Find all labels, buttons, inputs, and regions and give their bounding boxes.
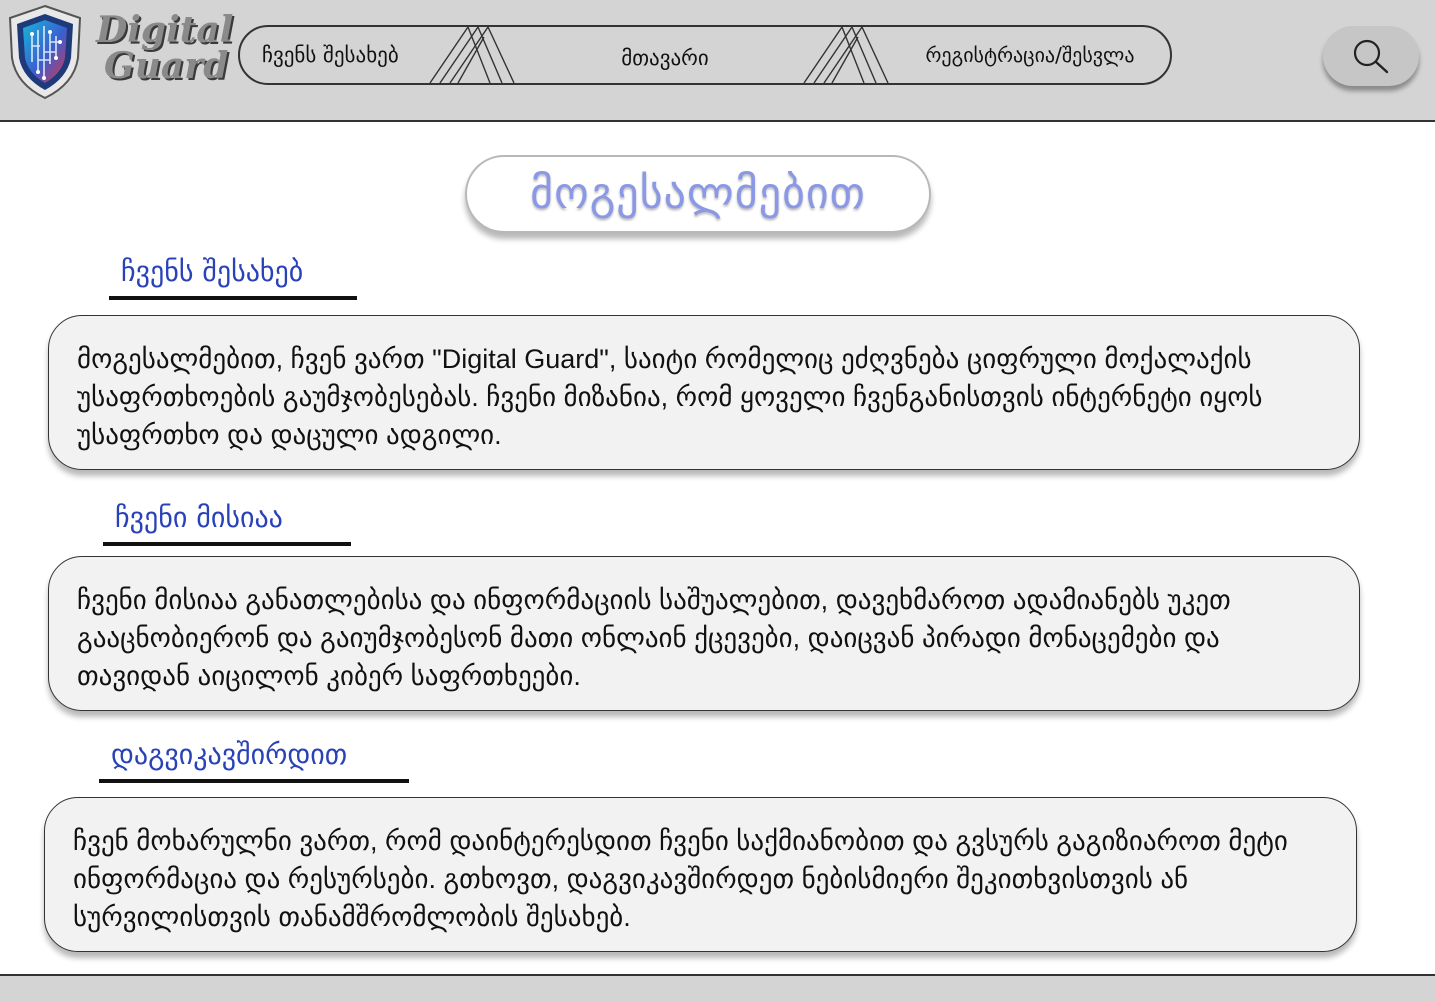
- shield-logo-icon[interactable]: [4, 2, 86, 102]
- section-title-about[interactable]: ჩვენს შესახებ: [109, 255, 357, 300]
- contact-card: ჩვენ მოხარულნი ვართ, რომ დაინტერესდით ჩვ…: [44, 797, 1357, 952]
- main-nav: ჩვენს შესახებ მთავარი რეგისტრაცია/შესვლა: [238, 25, 1172, 85]
- footer: [0, 974, 1435, 1002]
- brand-logo-text[interactable]: Digital Guard: [96, 12, 233, 87]
- search-icon: [1353, 39, 1389, 74]
- nav-register-login-link[interactable]: რეგისტრაცია/შესვლა: [905, 27, 1155, 83]
- section-title-mission[interactable]: ჩვენი მისიაა: [103, 501, 351, 546]
- header: Digital Guard ჩვენს შესახებ მთავარი რეგი…: [0, 0, 1435, 122]
- nav-about-link[interactable]: ჩვენს შესახებ: [262, 27, 442, 83]
- section-title-contact[interactable]: დაგვიკავშირდით: [99, 738, 409, 783]
- brand-line2: Guard: [104, 45, 229, 87]
- about-text: მოგესალმებით, ჩვენ ვართ "Digital Guard",…: [77, 344, 1263, 450]
- welcome-banner: მოგესალმებით: [465, 155, 931, 233]
- search-button[interactable]: [1323, 26, 1419, 86]
- mission-card: ჩვენი მისიაა განათლებისა და ინფორმაციის …: [48, 556, 1360, 711]
- nav-home-link[interactable]: მთავარი: [590, 30, 740, 83]
- nav-divider-left-icon: [429, 27, 515, 83]
- about-card: მოგესალმებით, ჩვენ ვართ "Digital Guard",…: [48, 315, 1360, 470]
- contact-text: ჩვენ მოხარულნი ვართ, რომ დაინტერესდით ჩვ…: [73, 826, 1288, 932]
- nav-divider-right-icon: [803, 27, 889, 83]
- mission-text: ჩვენი მისიაა განათლებისა და ინფორმაციის …: [77, 585, 1231, 691]
